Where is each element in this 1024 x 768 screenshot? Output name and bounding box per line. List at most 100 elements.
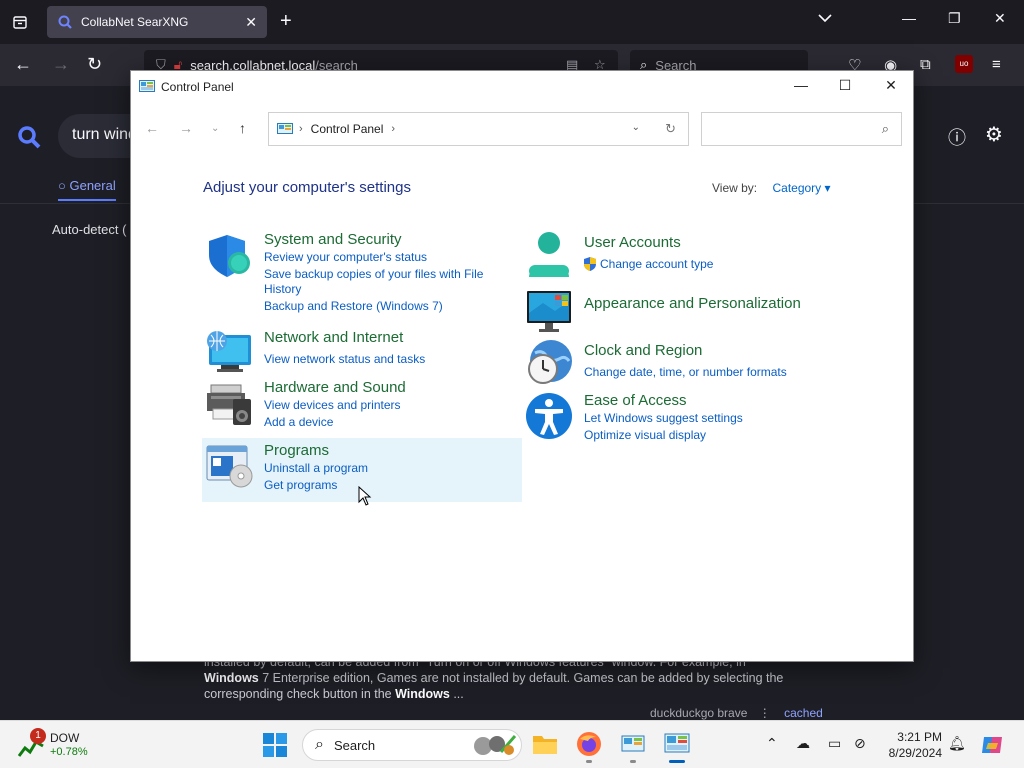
- view-by-label: View by:: [712, 181, 758, 195]
- windows-start-icon[interactable]: [262, 732, 288, 758]
- copilot-icon[interactable]: [980, 733, 1004, 757]
- link-uninstall-program[interactable]: Uninstall a program: [264, 461, 368, 476]
- list-all-tabs-icon[interactable]: [818, 12, 832, 26]
- notification-bell-icon[interactable]: 🔔︎: [948, 735, 966, 752]
- breadcrumb-control-panel[interactable]: Control Panel: [311, 122, 384, 136]
- tab-general[interactable]: ○ General: [58, 178, 116, 201]
- link-add-device[interactable]: Add a device: [264, 415, 333, 430]
- gear-icon[interactable]: ⚙: [985, 122, 1003, 147]
- cp-forward-icon[interactable]: →: [179, 120, 193, 136]
- control-panel-active-icon[interactable]: [664, 731, 690, 757]
- category-title[interactable]: Network and Internet: [264, 329, 403, 346]
- link-get-programs[interactable]: Get programs: [264, 478, 337, 493]
- cp-recent-dropdown-icon[interactable]: ⌄: [211, 123, 219, 134]
- tab-list-icon[interactable]: [8, 10, 32, 34]
- onedrive-offline-icon[interactable]: ☁: [796, 735, 810, 752]
- cp-minimize-icon[interactable]: —: [791, 77, 811, 93]
- extensions-icon[interactable]: ⧉: [920, 56, 931, 73]
- search-highlight-icon: [474, 735, 517, 755]
- result-text: corresponding check button in the: [204, 687, 396, 701]
- clock-date: 8/29/2024: [888, 746, 942, 760]
- link-network-status[interactable]: View network status and tasks: [264, 352, 425, 367]
- forward-icon[interactable]: →: [52, 54, 70, 75]
- stock-widget[interactable]: 1 DOW +0.78%: [18, 728, 128, 762]
- link-save-backup[interactable]: Save backup copies of your files with Fi…: [264, 267, 483, 282]
- link-save-backup-cont[interactable]: History: [264, 282, 301, 297]
- user-icon[interactable]: [525, 231, 573, 279]
- tab-close-icon[interactable]: ✕: [245, 14, 257, 31]
- menu-icon[interactable]: ≡: [992, 56, 1001, 73]
- taskbar-clock[interactable]: 3:21 PM 8/29/2024: [884, 729, 942, 761]
- clock-globe-icon[interactable]: [525, 339, 573, 387]
- cp-window-title: Control Panel: [161, 80, 234, 94]
- link-review-status[interactable]: Review your computer's status: [264, 250, 427, 265]
- address-dropdown-icon[interactable]: ⌄: [632, 122, 640, 133]
- restore-icon[interactable]: ❐: [948, 10, 961, 27]
- result-engines: duckduckgo brave: [650, 706, 748, 720]
- cp-titlebar: Control Panel — ☐ ✕: [131, 71, 913, 103]
- back-icon[interactable]: ←: [14, 54, 32, 75]
- breadcrumb-separator-icon[interactable]: ›: [391, 123, 395, 135]
- link-date-time-formats[interactable]: Change date, time, or number formats: [584, 365, 787, 380]
- tab-general-label: General: [69, 178, 116, 193]
- cp-maximize-icon[interactable]: ☐: [835, 77, 855, 94]
- ublock-icon[interactable]: uo: [955, 55, 973, 73]
- searxng-favicon-icon: [58, 15, 72, 29]
- stock-change: +0.78%: [50, 746, 88, 758]
- cp-close-icon[interactable]: ✕: [881, 77, 901, 94]
- cp-up-icon[interactable]: ↑: [239, 120, 246, 136]
- control-panel-window: Control Panel — ☐ ✕ ← → ⌄ ↑ › Control Pa…: [130, 70, 914, 662]
- tray-overflow-chevron-icon[interactable]: ⌃: [766, 735, 778, 752]
- cp-search-icon: ⌕: [881, 121, 889, 136]
- monitor-personalization-icon[interactable]: [525, 289, 573, 337]
- refresh-icon[interactable]: ↻: [665, 121, 676, 137]
- breadcrumb-separator-icon[interactable]: ›: [299, 123, 303, 135]
- view-by: View by: Category ▾: [712, 181, 831, 195]
- firefox-running-indicator: [586, 760, 592, 763]
- link-suggest-settings[interactable]: Let Windows suggest settings: [584, 411, 743, 426]
- taskbar-search-box[interactable]: ⌕ Search: [302, 729, 522, 761]
- new-tab-icon[interactable]: +: [280, 10, 292, 33]
- result-meta: duckduckgo brave ⋮ cached: [650, 706, 823, 720]
- control-panel-icon: [139, 80, 155, 92]
- result-line-2: Windows 7 Enterprise edition, Games are …: [204, 670, 824, 686]
- category-title[interactable]: Programs: [264, 442, 329, 459]
- network-status-icon[interactable]: ⊘: [854, 735, 866, 752]
- category-title[interactable]: Ease of Access: [584, 392, 687, 409]
- cached-link[interactable]: cached: [784, 706, 823, 720]
- close-window-icon[interactable]: ✕: [994, 10, 1006, 27]
- shield-icon[interactable]: [205, 231, 253, 279]
- cp-back-icon[interactable]: ←: [145, 120, 159, 136]
- clock-time: 3:21 PM: [897, 730, 942, 744]
- control-panel-running-indicator: [630, 760, 636, 763]
- cp-address-bar[interactable]: › Control Panel › ⌄ ↻: [268, 112, 689, 146]
- meta-separator: ⋮: [758, 706, 771, 720]
- cp-search-box[interactable]: ⌕: [701, 112, 902, 146]
- category-title[interactable]: System and Security: [264, 231, 402, 248]
- firefox-icon[interactable]: [576, 731, 602, 757]
- language-autodetect[interactable]: Auto-detect (: [52, 222, 126, 237]
- general-search-icon: ○: [58, 178, 66, 193]
- category-title[interactable]: Appearance and Personalization: [584, 295, 801, 312]
- link-optimize-display[interactable]: Optimize visual display: [584, 428, 706, 443]
- network-globe-icon[interactable]: [205, 329, 253, 377]
- searxng-logo-icon[interactable]: [16, 124, 42, 150]
- stock-name: DOW: [50, 731, 80, 745]
- tab-searxng[interactable]: CollabNet SearXNG ✕: [47, 6, 267, 38]
- accessibility-icon[interactable]: [525, 392, 573, 440]
- printer-speaker-icon[interactable]: [205, 379, 253, 427]
- reload-icon[interactable]: ↻: [87, 54, 102, 75]
- minimize-icon[interactable]: —: [902, 10, 916, 26]
- category-title[interactable]: User Accounts: [584, 234, 681, 251]
- control-panel-taskbar-icon[interactable]: [620, 731, 646, 757]
- link-change-account-type[interactable]: Change account type: [600, 257, 713, 272]
- file-explorer-icon[interactable]: [532, 731, 558, 757]
- category-title[interactable]: Hardware and Sound: [264, 379, 406, 396]
- link-devices-printers[interactable]: View devices and printers: [264, 398, 401, 413]
- view-by-dropdown[interactable]: Category ▾: [772, 181, 830, 195]
- link-backup-restore[interactable]: Backup and Restore (Windows 7): [264, 299, 443, 314]
- info-icon[interactable]: ⓘ: [948, 124, 966, 150]
- category-title[interactable]: Clock and Region: [584, 342, 702, 359]
- display-icon[interactable]: ▭: [828, 735, 841, 752]
- programs-icon[interactable]: [205, 442, 253, 490]
